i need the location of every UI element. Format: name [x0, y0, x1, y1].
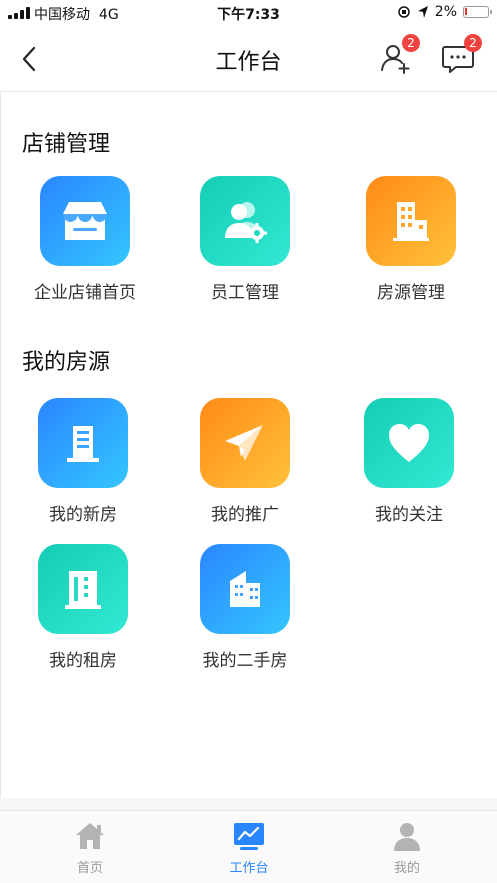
tab-workbench-label: 工作台 [229, 861, 269, 876]
contacts-button[interactable]: 2 [378, 34, 420, 76]
grid-item-store-home[interactable]: 企业店铺首页 [5, 176, 165, 303]
page-title: 工作台 [215, 50, 282, 75]
my-rental-tile[interactable] [38, 544, 128, 634]
battery-percent: 2% [434, 4, 457, 20]
my-rental-label: 我的租房 [49, 651, 117, 671]
store-home-label: 企业店铺首页 [34, 283, 136, 303]
workbench-icon [234, 823, 264, 850]
my-favorites-tile[interactable] [364, 398, 454, 488]
battery-icon [463, 6, 492, 18]
content-border [0, 92, 1, 798]
orientation-lock-icon [398, 6, 410, 18]
grid-item-staff-management[interactable]: 员工管理 [165, 176, 325, 303]
my-promotion-tile[interactable] [200, 398, 290, 488]
listing-management-tile[interactable] [366, 176, 456, 266]
grid-item-listing-management[interactable]: 房源管理 [331, 176, 491, 303]
my-new-house-tile[interactable] [38, 398, 128, 488]
staff-management-label: 员工管理 [211, 283, 279, 303]
second-hand-house-icon [230, 571, 260, 607]
grid-item-my-second-hand-house[interactable]: 我的二手房 [165, 544, 325, 671]
grid-item-my-rental[interactable]: 我的租房 [3, 544, 163, 671]
contacts-badge: 2 [402, 34, 420, 52]
messages-badge: 2 [464, 34, 482, 52]
store-home-tile[interactable] [40, 176, 130, 266]
paper-plane-icon [225, 425, 263, 461]
section-title-my-listings: 我的房源 [22, 350, 111, 375]
location-icon [417, 6, 428, 18]
messages-button[interactable]: 2 [440, 34, 482, 76]
staff-management-tile[interactable] [200, 176, 290, 266]
building-icon [393, 202, 429, 241]
my-favorites-label: 我的关注 [375, 505, 443, 525]
staff-settings-icon [225, 202, 267, 243]
store-icon [63, 202, 107, 240]
tab-workbench[interactable]: 工作台 [189, 819, 309, 876]
heart-icon [389, 424, 429, 462]
tab-mine[interactable]: 我的 [347, 819, 467, 876]
section-title-store-management: 店铺管理 [22, 132, 111, 157]
grid-item-my-promotion[interactable]: 我的推广 [165, 398, 325, 525]
my-second-hand-house-tile[interactable] [200, 544, 290, 634]
status-bar: 中国移动 4G 下午7:33 2% [0, 0, 497, 26]
grid-item-my-favorites[interactable]: 我的关注 [329, 398, 489, 525]
listing-management-label: 房源管理 [377, 283, 445, 303]
my-second-hand-house-label: 我的二手房 [202, 651, 288, 671]
new-house-icon [67, 426, 99, 462]
status-right: 2% [397, 4, 492, 20]
nav-bar: 工作台 2 2 [0, 26, 497, 92]
my-promotion-label: 我的推广 [211, 505, 279, 525]
grid-item-my-new-house[interactable]: 我的新房 [3, 398, 163, 525]
tab-home-label: 首页 [76, 861, 103, 876]
tab-home[interactable]: 首页 [30, 819, 150, 876]
content-divider [0, 798, 497, 810]
rental-building-icon [65, 571, 101, 609]
tab-bar: 首页 工作台 我的 [0, 810, 497, 883]
user-icon [394, 823, 420, 851]
home-icon [76, 823, 104, 849]
tab-mine-label: 我的 [393, 861, 420, 876]
my-new-house-label: 我的新房 [49, 505, 117, 525]
